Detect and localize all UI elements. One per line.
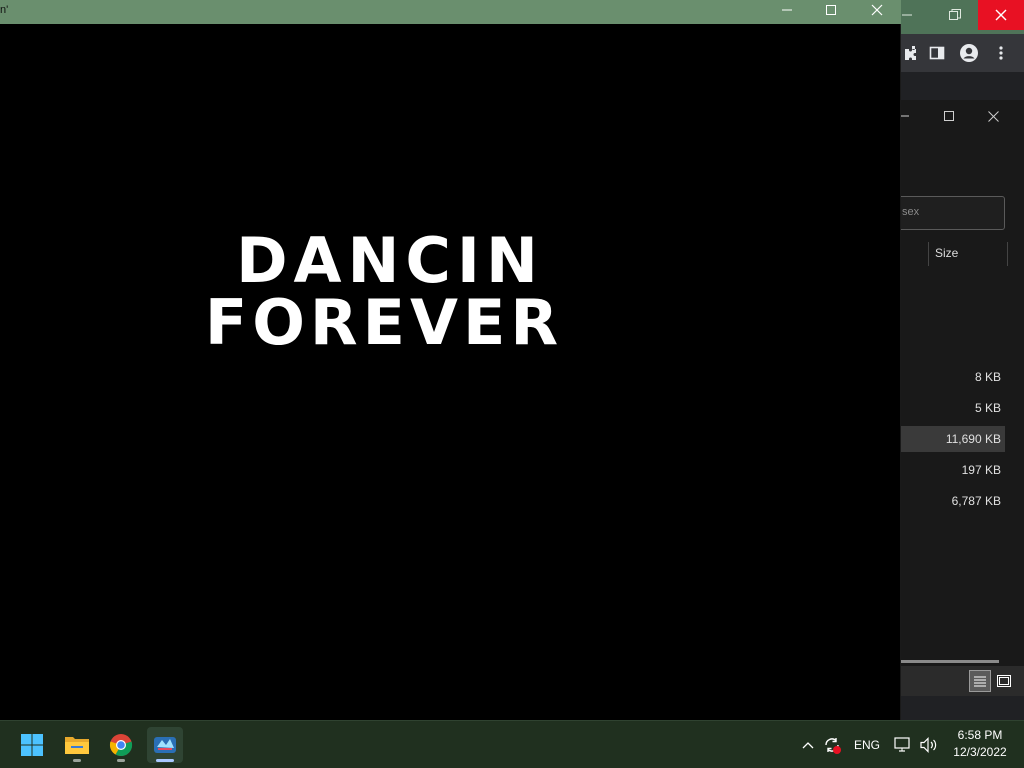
profile-icon[interactable] <box>958 42 980 64</box>
running-indicator <box>117 759 125 762</box>
sync-alert-icon <box>825 738 841 754</box>
video-frame-title-art: DANCIN FOREVER <box>205 224 563 358</box>
explorer-close-button[interactable] <box>983 106 1003 126</box>
clock-date: 12/3/2022 <box>953 745 1007 759</box>
minimize-icon <box>901 115 909 117</box>
explorer-maximize-button[interactable] <box>939 106 959 126</box>
folder-icon <box>65 737 89 754</box>
running-indicator <box>73 759 81 762</box>
close-icon <box>987 110 999 122</box>
side-panel-icon[interactable] <box>926 42 948 64</box>
close-icon <box>871 4 883 16</box>
video-titlebar[interactable]: n' <box>0 0 901 24</box>
art-line-2: FOREVER <box>205 286 563 358</box>
speaker-icon <box>920 737 937 753</box>
large-icons-view-icon[interactable] <box>993 670 1015 692</box>
network-icon <box>894 737 910 752</box>
clock-time: 6:58 PM <box>957 728 1003 742</box>
video-maximize-button[interactable] <box>816 0 846 20</box>
chevron-up-icon <box>802 742 814 749</box>
windows-logo-icon <box>21 734 43 756</box>
sync-status-button[interactable] <box>820 721 844 768</box>
video-minimize-button[interactable] <box>772 0 802 20</box>
file-size-cell-selected[interactable]: 11,690 KB <box>901 426 1005 452</box>
volume-button[interactable] <box>918 721 940 768</box>
browser-toolbar <box>900 34 1024 72</box>
video-player-window: n' DANCIN FOREVER <box>0 0 901 720</box>
file-explorer-window: sex Size 8 KB 5 KB 11,690 KB 197 KB 6,78… <box>897 100 1024 696</box>
file-size-cell[interactable]: 8 KB <box>901 364 1005 390</box>
explorer-minimize-button[interactable] <box>901 106 909 126</box>
chrome-icon <box>109 734 133 757</box>
kebab-menu-icon[interactable] <box>990 42 1012 64</box>
browser-titlebar <box>900 0 1024 34</box>
network-button[interactable] <box>892 721 914 768</box>
window-title: n' <box>0 4 9 16</box>
active-indicator <box>156 759 174 762</box>
column-divider[interactable] <box>928 242 929 266</box>
details-view-icon[interactable] <box>969 670 991 692</box>
extensions-icon[interactable] <box>900 42 922 64</box>
browser-restore-button[interactable] <box>940 0 970 30</box>
game-app-icon <box>154 737 176 753</box>
video-close-button[interactable] <box>862 0 892 20</box>
explorer-search-input[interactable]: sex <box>897 196 1005 230</box>
browser-minimize-button[interactable] <box>900 0 914 30</box>
size-column-header[interactable]: Size <box>935 246 958 260</box>
maximize-icon <box>944 111 954 121</box>
column-divider[interactable] <box>1007 242 1008 266</box>
file-size-cell[interactable]: 6,787 KB <box>901 488 1005 514</box>
restore-icon <box>949 9 961 20</box>
taskbar: ENG 6:58 PM 12/3/2022 <box>0 720 1024 768</box>
clock[interactable]: 6:58 PM 12/3/2022 <box>946 727 1014 761</box>
start-button[interactable] <box>14 727 50 763</box>
file-size-cell[interactable]: 5 KB <box>901 395 1005 421</box>
minimize-icon <box>902 14 912 16</box>
maximize-icon <box>826 5 836 15</box>
desktop: sex Size 8 KB 5 KB 11,690 KB 197 KB 6,78… <box>0 0 1024 768</box>
explorer-status-bar <box>901 666 1024 696</box>
language-indicator[interactable]: ENG <box>850 721 884 768</box>
taskbar-game-app[interactable] <box>147 727 183 763</box>
horizontal-scrollbar[interactable] <box>901 660 999 663</box>
taskbar-chrome[interactable] <box>103 727 139 763</box>
close-icon <box>995 9 1007 21</box>
minimize-icon <box>782 9 792 11</box>
explorer-column-header: Size <box>901 238 1024 268</box>
taskbar-file-explorer[interactable] <box>59 727 95 763</box>
show-hidden-icons-button[interactable] <box>798 721 818 768</box>
file-size-cell[interactable]: 197 KB <box>901 457 1005 483</box>
browser-close-button[interactable] <box>978 0 1024 30</box>
